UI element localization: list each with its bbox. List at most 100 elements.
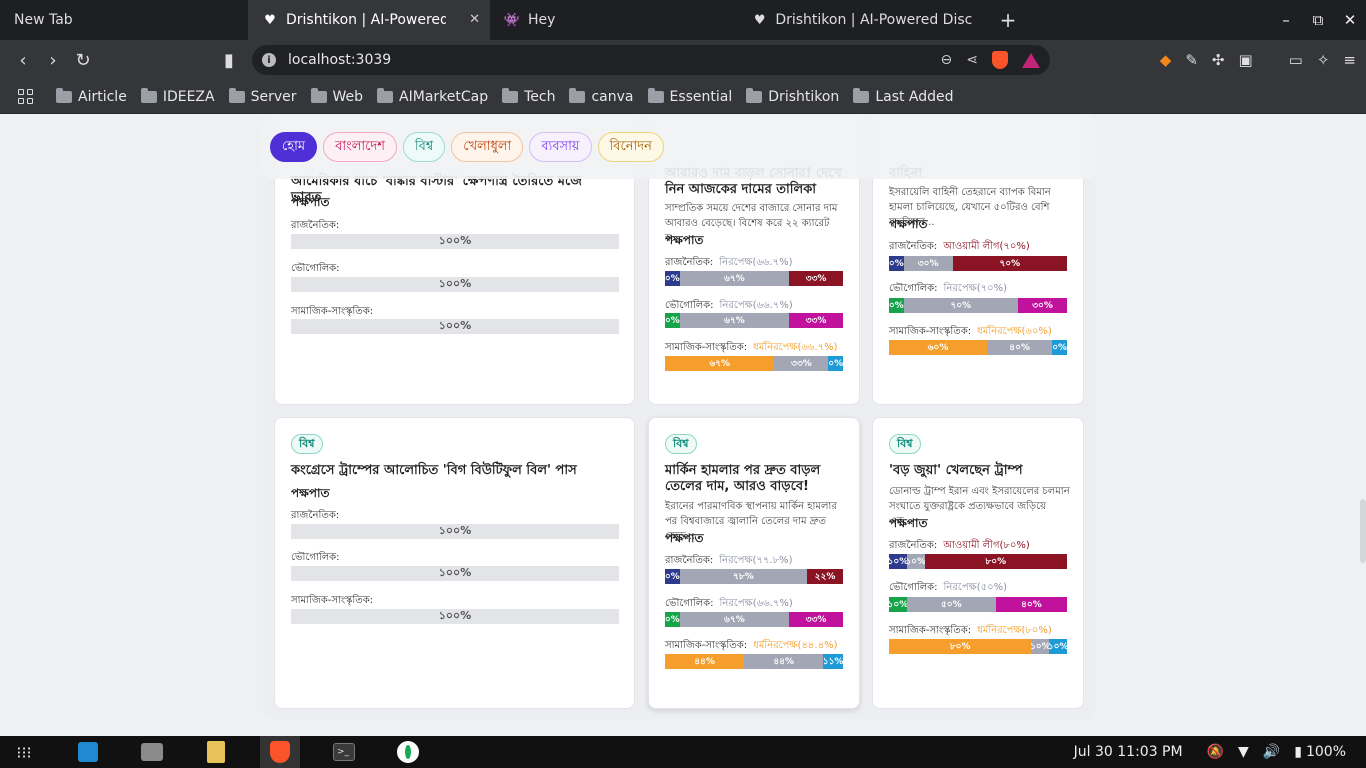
ghost-icon: 👾 — [503, 12, 521, 28]
metamask-icon[interactable]: ◆ — [1160, 51, 1172, 69]
wallet-icon[interactable]: ▭ — [1289, 51, 1303, 69]
wifi-icon[interactable]: ▼ — [1238, 744, 1249, 760]
bookmark-folder[interactable]: canva — [569, 87, 634, 105]
category-chip-bangladesh[interactable]: বাংলাদেশ — [323, 132, 397, 162]
window-controls: – ⧉ ✕ — [1270, 0, 1366, 40]
url-bar[interactable]: i localhost:3039 ⊖ ⋖ — [252, 45, 1050, 75]
tab-hey[interactable]: 👾 Hey — [490, 0, 738, 40]
geographic-bias-bar: ১০%৫০%৪০% — [889, 597, 1067, 612]
category-badge[interactable]: বিশ্ব — [665, 434, 697, 454]
folder-icon — [569, 87, 586, 103]
geographic-lean-tag: নিরপেক্ষ(৬৬.৭%) — [719, 598, 793, 609]
bias-bar-segment: ০% — [889, 298, 904, 313]
bookmark-folder[interactable]: Web — [310, 87, 363, 105]
bookmark-folder[interactable]: AIMarketCap — [377, 87, 488, 105]
forward-icon[interactable]: › — [38, 50, 68, 71]
mongodb-compass-icon[interactable] — [388, 736, 428, 768]
notifications-off-icon[interactable]: 🔕 — [1207, 744, 1224, 760]
tab-title: Drishtikon | AI-Powered Disco — [775, 12, 972, 28]
news-card[interactable]: বিশ্ব মার্কিন হামলার পর দ্রুত বাড়ল তেলে… — [648, 417, 860, 709]
eyedropper-icon[interactable]: ✎ — [1185, 51, 1198, 69]
folder-icon — [502, 87, 519, 103]
political-lean-tag: নিরপেক্ষ(৭৭.৮%) — [719, 555, 793, 566]
new-tab-plus-icon[interactable]: + — [994, 8, 1022, 32]
bias-bar-segment: ৬০% — [889, 340, 987, 355]
bias-bar-segment: ৩৩% — [789, 313, 843, 328]
bias-heading: পক্ষপাত — [291, 195, 330, 209]
apps-grid-icon[interactable] — [18, 88, 34, 105]
brave-browser-icon[interactable] — [260, 736, 300, 768]
sociocultural-label: সামাজিক-সাংস্কৃতিক: — [889, 326, 972, 337]
bias-bar-segment: ৩০% — [1017, 298, 1067, 313]
category-badge[interactable]: বিশ্ব — [291, 434, 323, 454]
bias-bar-segment: ৮০% — [924, 554, 1067, 569]
sociocultural-bar-empty: ১০০% — [291, 609, 619, 624]
url-text[interactable]: localhost:3039 — [288, 52, 391, 68]
category-chip-entertainment[interactable]: বিনোদন — [597, 132, 664, 162]
category-chip-home[interactable]: হোম — [270, 132, 318, 162]
page-scrollbar[interactable] — [1360, 499, 1366, 563]
card-title[interactable]: মার্কিন হামলার পর দ্রুত বাড়ল তেলের দাম,… — [665, 463, 847, 495]
files-icon[interactable] — [132, 736, 172, 768]
tab-drishtikon[interactable]: ♥ Drishtikon | AI-Powered Disco — [738, 0, 986, 40]
bookmark-folder[interactable]: Essential — [647, 87, 732, 105]
political-lean-tag: আওয়ামী লীগ(৭০%) — [943, 241, 1030, 252]
bookmark-folder[interactable]: Airticle — [56, 87, 127, 105]
app-launcher-icon[interactable]: ⁝⁝⁝ — [4, 736, 44, 768]
vscode-icon[interactable] — [68, 736, 108, 768]
bookmark-folder[interactable]: Drishtikon — [746, 87, 839, 105]
political-bias-bar: ০% ৬৭% ৩৩% — [665, 271, 843, 286]
reader-icon[interactable]: ▣ — [1238, 51, 1252, 69]
bias-bar-segment: ৩০% — [903, 256, 953, 271]
bookmark-folder[interactable]: Server — [228, 87, 297, 105]
bias-bar-segment: ৬৭% — [679, 612, 790, 627]
clock[interactable]: Jul 30 11:03 PM — [1074, 744, 1183, 760]
tab-drishtikon-active[interactable]: ♥ Drishtikon | AI-Powered D ✕ — [248, 0, 490, 40]
volume-icon[interactable]: 🔊 — [1263, 744, 1280, 760]
back-icon[interactable]: ‹ — [8, 50, 38, 71]
news-card[interactable]: বিশ্ব 'বড় জুয়া' খেলছেন ট্রাম্প ডোনাল্ড… — [872, 417, 1084, 709]
bias-heading: পক্ষপাত — [665, 233, 704, 247]
site-info-icon[interactable]: i — [262, 53, 276, 67]
news-card[interactable]: বিশ্ব কংগ্রেসে ট্রাম্পের আলোচিত 'বিগ বিউ… — [274, 417, 635, 709]
category-chip-world[interactable]: বিশ্ব — [402, 132, 446, 162]
bias-bar-segment: ৩৩% — [789, 612, 843, 627]
address-toolbar: ‹ › ↻ ▮ i localhost:3039 ⊖ ⋖ ◆ ✎ ✣ ▣ ▭ ✧… — [0, 40, 1366, 80]
category-badge[interactable]: বিশ্ব — [889, 434, 921, 454]
close-tab-icon[interactable]: ✕ — [469, 12, 480, 27]
geographic-label: ভৌগোলিক: — [665, 598, 714, 609]
close-window-icon[interactable]: ✕ — [1334, 11, 1366, 29]
zoom-icon[interactable]: ⊖ — [941, 52, 953, 68]
geographic-bias-bar: ০% ৭০% ৩০% — [889, 298, 1067, 313]
bookmark-folder[interactable]: IDEEZA — [140, 87, 215, 105]
geographic-bias-bar: ০% ৬৭% ৩৩% — [665, 313, 843, 328]
political-lean-tag: আওয়ামী লীগ(৮০%) — [943, 540, 1030, 551]
puzzle-extensions-icon[interactable]: ✣ — [1212, 51, 1225, 69]
brave-shields-icon[interactable] — [992, 51, 1008, 69]
geographic-bias-bar: ০% ৬৭% ৩৩% — [665, 612, 843, 627]
tab-title: New Tab — [14, 12, 73, 28]
card-title[interactable]: কংগ্রেসে ট্রাম্পের আলোচিত 'বিগ বিউটিফুল … — [291, 463, 611, 479]
bookmark-folder[interactable]: Last Added — [853, 87, 954, 105]
card-title[interactable]: 'বড় জুয়া' খেলছেন ট্রাম্প — [889, 463, 1071, 479]
share-icon[interactable]: ⋖ — [966, 52, 978, 68]
sociocultural-lean-tag: ধর্মনিরপেক্ষ(৬০%) — [977, 326, 1052, 337]
bias-bar-segment: ১০% — [1049, 639, 1067, 654]
leo-ai-icon[interactable]: ✧ — [1317, 51, 1330, 69]
bookmark-icon[interactable]: ▮ — [214, 50, 244, 71]
menu-icon[interactable]: ≡ — [1343, 51, 1356, 69]
category-chip-sports[interactable]: খেলাধুলা — [451, 132, 524, 162]
battery-icon[interactable]: ▮ — [1294, 744, 1302, 760]
tab-new-tab[interactable]: New Tab — [0, 0, 248, 40]
bookmark-folder[interactable]: Tech — [502, 87, 555, 105]
maximize-icon[interactable]: ⧉ — [1302, 11, 1334, 29]
text-editor-icon[interactable] — [196, 736, 236, 768]
minimize-icon[interactable]: – — [1270, 11, 1302, 29]
category-chip-business[interactable]: ব্যবসায় — [529, 132, 592, 162]
brave-rewards-icon[interactable] — [1022, 52, 1040, 68]
sociocultural-bias-bar: ৪৪% ৪৪% ১১% — [665, 654, 843, 669]
sociocultural-lean-tag: ধর্মনিরপেক্ষ(৬৬.৭%) — [753, 342, 838, 353]
political-label: রাজনৈতিক: — [889, 241, 938, 252]
reload-icon[interactable]: ↻ — [68, 50, 98, 71]
terminal-icon[interactable]: >_ — [324, 736, 364, 768]
